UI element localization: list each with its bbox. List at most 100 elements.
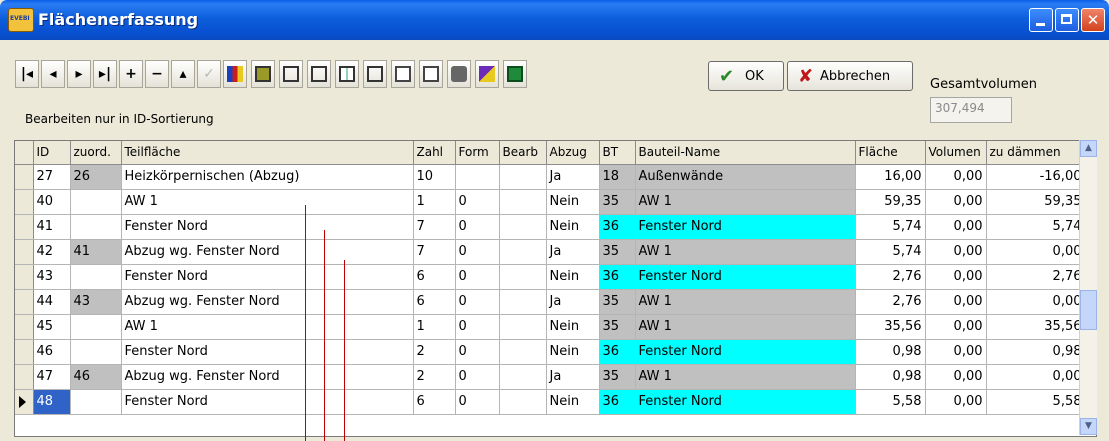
cell-form[interactable]: 0 [455,339,500,365]
cell-id[interactable]: 42 [33,239,71,265]
cell-bauteil-name[interactable]: AW 1 [635,189,856,215]
cell-zuord[interactable] [70,264,122,290]
table-row[interactable]: 43 Fenster Nord 6 0 Nein 36 Fenster Nord 2,76 0,… [15,264,1086,290]
cell-teilflaeche[interactable]: Fenster Nord [121,264,414,290]
cell-flaeche[interactable]: 5,58 [855,389,926,415]
cell-volumen[interactable]: 0,00 [925,314,987,340]
cell-form[interactable]: 0 [455,364,500,390]
cell-bt[interactable]: 35 [599,364,636,390]
cell-zahl[interactable]: 6 [413,264,456,290]
cell-bearb[interactable] [499,339,547,365]
col-volumen[interactable]: Volumen [925,141,987,165]
table-row[interactable]: 27 26 Heizkörpernischen (Abzug) 10 Ja 18 Außen… [15,164,1086,190]
cancel-button[interactable]: ✘ Abbrechen [787,61,913,91]
cell-zuord[interactable] [70,314,122,340]
post-record-button[interactable]: ✓ [197,60,221,88]
col-bearb[interactable]: Bearb [499,141,547,165]
cell-zahl[interactable]: 7 [413,214,456,240]
cell-form[interactable]: 0 [455,189,500,215]
table-row[interactable]: 41 Fenster Nord 7 0 Nein 36 Fenster Nord 5,74 0,… [15,214,1086,240]
cell-id[interactable]: 27 [33,164,71,190]
camera-button[interactable] [447,60,471,88]
table-row[interactable]: 47 46 Abzug wg. Fenster Nord 2 0 Ja 35 AW 1 0,98… [15,364,1086,390]
cell-flaeche[interactable]: 0,98 [855,339,926,365]
cell-teilflaeche[interactable]: AW 1 [121,189,414,215]
cell-abzug[interactable]: Ja [546,364,600,390]
row-indicator[interactable] [15,339,34,365]
row-indicator[interactable] [15,239,34,265]
cell-volumen[interactable]: 0,00 [925,364,987,390]
cell-volumen[interactable]: 0,00 [925,339,987,365]
cell-abzug[interactable]: Nein [546,389,600,415]
data-grid[interactable]: ID zuord. Teilfläche Zahl Form Bearb Abz… [14,140,1097,437]
cell-bauteil-name[interactable]: Fenster Nord [635,264,856,290]
cell-teilflaeche[interactable]: Fenster Nord [121,339,414,365]
cell-zuord[interactable] [70,214,122,240]
cell-bearb[interactable] [499,289,547,315]
cell-zahl[interactable]: 6 [413,289,456,315]
row-indicator[interactable] [15,214,34,240]
table-row[interactable]: 42 41 Abzug wg. Fenster Nord 7 0 Ja 35 AW 1 5,74… [15,239,1086,265]
table-row[interactable]: 40 AW 1 1 0 Nein 35 AW 1 59,35 0,00 59,35 [15,189,1086,215]
row-indicator[interactable] [15,189,34,215]
cell-bauteil-name[interactable]: AW 1 [635,239,856,265]
cell-form[interactable]: 0 [455,289,500,315]
cell-flaeche[interactable]: 2,76 [855,289,926,315]
cell-form[interactable]: 0 [455,264,500,290]
cell-teilflaeche[interactable]: Abzug wg. Fenster Nord [121,289,414,315]
cell-flaeche[interactable]: 35,56 [855,314,926,340]
col-bt[interactable]: BT [599,141,636,165]
cell-teilflaeche[interactable]: Abzug wg. Fenster Nord [121,239,414,265]
report-button[interactable] [223,60,247,88]
title-bar[interactable]: Flächenerfassung ✕ [0,0,1109,40]
cell-bt[interactable]: 36 [599,389,636,415]
cell-bt[interactable]: 35 [599,289,636,315]
cell-bauteil-name[interactable]: Außenwände [635,164,856,190]
cell-bearb[interactable] [499,164,547,190]
cell-bauteil-name[interactable]: Fenster Nord [635,389,856,415]
cell-zahl[interactable]: 7 [413,239,456,265]
cell-zahl[interactable]: 1 [413,314,456,340]
col-flaeche[interactable]: Fläche [855,141,926,165]
cell-abzug[interactable]: Nein [546,214,600,240]
cell-zu-daemmen[interactable]: 0,00 [986,289,1086,315]
cell-zu-daemmen[interactable]: 0,00 [986,364,1086,390]
cell-zu-daemmen[interactable]: 0,98 [986,339,1086,365]
edit-record-button[interactable]: ▴ [171,60,195,88]
row-indicator[interactable] [15,314,34,340]
row-indicator[interactable] [15,289,34,315]
cell-zu-daemmen[interactable]: 59,35 [986,189,1086,215]
row-indicator[interactable] [15,264,34,290]
gesamtvolumen-field[interactable]: 307,494 [930,97,1012,123]
cell-form[interactable]: 0 [455,239,500,265]
edit-button[interactable] [363,60,387,88]
col-zu-daemmen[interactable]: zu dämmen [986,141,1086,165]
cell-zu-daemmen[interactable]: 0,00 [986,239,1086,265]
prior-record-button[interactable]: ◂ [41,60,65,88]
cell-bauteil-name[interactable]: AW 1 [635,364,856,390]
cell-flaeche[interactable]: 0,98 [855,364,926,390]
cell-zuord[interactable] [70,389,122,415]
cell-zu-daemmen[interactable]: 5,74 [986,214,1086,240]
cell-abzug[interactable]: Nein [546,189,600,215]
maximize-button[interactable] [1055,8,1079,32]
cell-bt[interactable]: 35 [599,314,636,340]
cell-zu-daemmen[interactable]: 2,76 [986,264,1086,290]
cell-bearb[interactable] [499,214,547,240]
cell-bauteil-name[interactable]: Fenster Nord [635,339,856,365]
app-icon[interactable] [8,8,34,32]
wand-button[interactable] [475,60,499,88]
cell-bearb[interactable] [499,189,547,215]
cell-flaeche[interactable]: 16,00 [855,164,926,190]
cell-id[interactable]: 46 [33,339,71,365]
cell-zahl[interactable]: 6 [413,389,456,415]
cell-volumen[interactable]: 0,00 [925,239,987,265]
cell-teilflaeche[interactable]: Abzug wg. Fenster Nord [121,364,414,390]
cell-bearb[interactable] [499,264,547,290]
cell-volumen[interactable]: 0,00 [925,389,987,415]
field-button[interactable] [307,60,331,88]
cell-volumen[interactable]: 0,00 [925,189,987,215]
table-row[interactable]: 45 AW 1 1 0 Nein 35 AW 1 35,56 0,00 35,56 [15,314,1086,340]
cell-form[interactable]: 0 [455,389,500,415]
cell-zuord[interactable] [70,189,122,215]
